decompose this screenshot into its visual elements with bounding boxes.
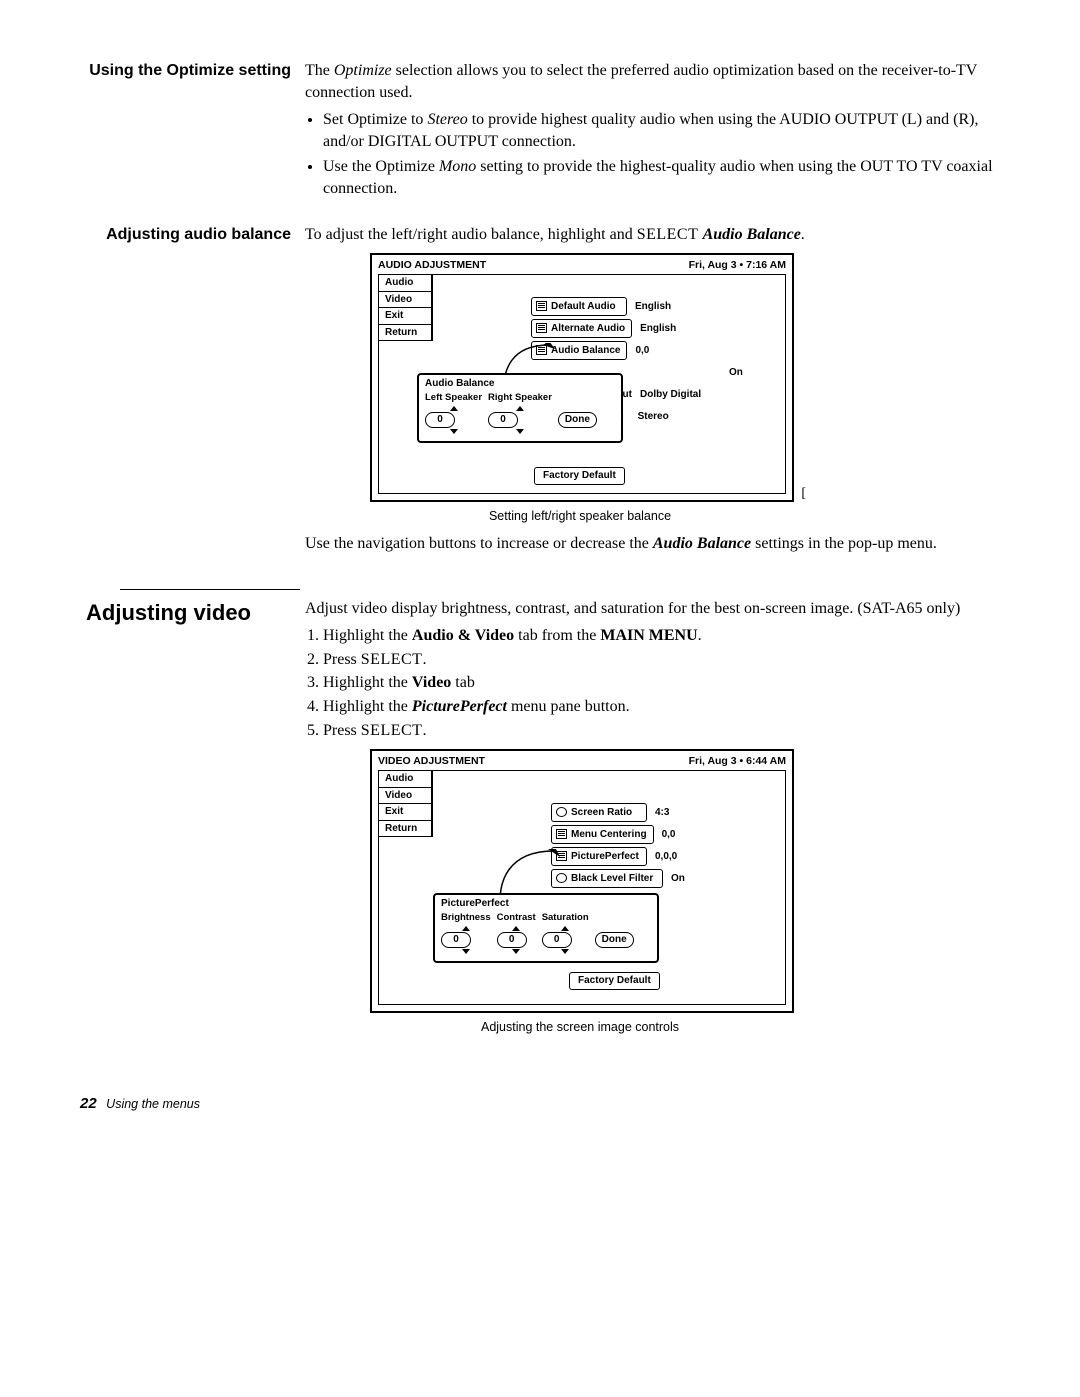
list-icon [536, 345, 547, 355]
list-icon [536, 301, 547, 311]
screen-ratio-value: 4:3 [655, 806, 669, 820]
tab-return[interactable]: Return [379, 821, 432, 838]
optimize-bullet-2: Use the Optimize Mono setting to provide… [323, 156, 1000, 199]
audio-adjustment-figure: AUDIO ADJUSTMENT Fri, Aug 3 • 7:16 AM Au… [370, 253, 794, 502]
balance-heading: Adjusting audio balance [80, 224, 305, 559]
black-level-button[interactable]: Black Level Filter [551, 869, 663, 888]
screen-ratio-button[interactable]: Screen Ratio [551, 803, 647, 822]
fig1-title: AUDIO ADJUSTMENT [378, 258, 486, 272]
video-adjustment-figure: VIDEO ADJUSTMENT Fri, Aug 3 • 6:44 AM Au… [370, 749, 794, 1013]
saturation-stepper[interactable]: 0 [542, 932, 572, 948]
tab-exit[interactable]: Exit [379, 804, 432, 821]
tab-exit[interactable]: Exit [379, 308, 432, 325]
page-footer: 22 Using the menus [80, 1094, 1000, 1114]
black-level-value: On [671, 872, 685, 886]
video-step-1: Highlight the Audio & Video tab from the… [323, 625, 1000, 647]
list-icon [556, 851, 567, 861]
cycle-icon [556, 807, 567, 817]
video-heading: Adjusting video [80, 598, 305, 1044]
menu-centering-button[interactable]: Menu Centering [551, 825, 654, 844]
video-step-2: Press SELECT. [323, 649, 1000, 671]
contrast-stepper[interactable]: 0 [497, 932, 527, 948]
fig2-title: VIDEO ADJUSTMENT [378, 754, 485, 768]
factory-default-button[interactable]: Factory Default [569, 972, 660, 991]
audio-balance-popup: Audio Balance Left Speaker 0 Right Speak… [417, 373, 623, 442]
tab-audio[interactable]: Audio [379, 275, 432, 292]
video-step-3: Highlight the Video tab [323, 672, 1000, 694]
pictureperfect-button[interactable]: PicturePerfect [551, 847, 647, 866]
video-step-4: Highlight the PicturePerfect menu pane b… [323, 696, 1000, 718]
tab-return[interactable]: Return [379, 325, 432, 342]
fig1-caption: Setting left/right speaker balance [370, 508, 790, 525]
optimize-value: Stereo [638, 410, 669, 424]
done-button[interactable]: Done [595, 932, 634, 948]
video-para: Adjust video display brightness, contras… [305, 598, 1000, 620]
optimize-para: The Optimize selection allows you to sel… [305, 60, 1000, 103]
footer-text: Using the menus [106, 1097, 200, 1111]
alternate-audio-value: English [640, 322, 676, 336]
tab-video[interactable]: Video [379, 292, 432, 309]
tab-video[interactable]: Video [379, 788, 432, 805]
balance-followup: Use the navigation buttons to increase o… [305, 533, 1000, 555]
output-value: Dolby Digital [640, 388, 701, 402]
page-number: 22 [80, 1095, 97, 1112]
default-audio-value: English [635, 300, 671, 314]
factory-default-button[interactable]: Factory Default [534, 467, 625, 486]
left-speaker-stepper[interactable]: 0 [425, 412, 455, 428]
list-icon [556, 829, 567, 839]
fig1-date: Fri, Aug 3 • 7:16 AM [689, 258, 786, 272]
default-audio-button[interactable]: Default Audio [531, 297, 627, 316]
fig2-caption: Adjusting the screen image controls [370, 1019, 790, 1036]
section-divider [120, 589, 300, 590]
audio-balance-button[interactable]: Audio Balance [531, 341, 627, 360]
brightness-stepper[interactable]: 0 [441, 932, 471, 948]
done-button[interactable]: Done [558, 412, 597, 428]
right-speaker-stepper[interactable]: 0 [488, 412, 518, 428]
tab-audio[interactable]: Audio [379, 771, 432, 788]
audio-balance-value: 0,0 [635, 344, 649, 358]
cycle-icon [556, 873, 567, 883]
optimize-heading: Using the Optimize setting [80, 60, 305, 206]
balance-para: To adjust the left/right audio balance, … [305, 224, 1000, 246]
bracket: [ [801, 485, 806, 504]
pictureperfect-value: 0,0,0 [655, 850, 677, 864]
surround-value: On [729, 366, 743, 380]
list-icon [536, 323, 547, 333]
alternate-audio-button[interactable]: Alternate Audio [531, 319, 632, 338]
optimize-bullet-1: Set Optimize to Stereo to provide highes… [323, 109, 1000, 152]
video-step-5: Press SELECT. [323, 720, 1000, 742]
menu-centering-value: 0,0 [662, 828, 676, 842]
fig2-date: Fri, Aug 3 • 6:44 AM [689, 754, 786, 768]
pictureperfect-popup: PicturePerfect Brightness 0 Contrast [433, 893, 659, 962]
